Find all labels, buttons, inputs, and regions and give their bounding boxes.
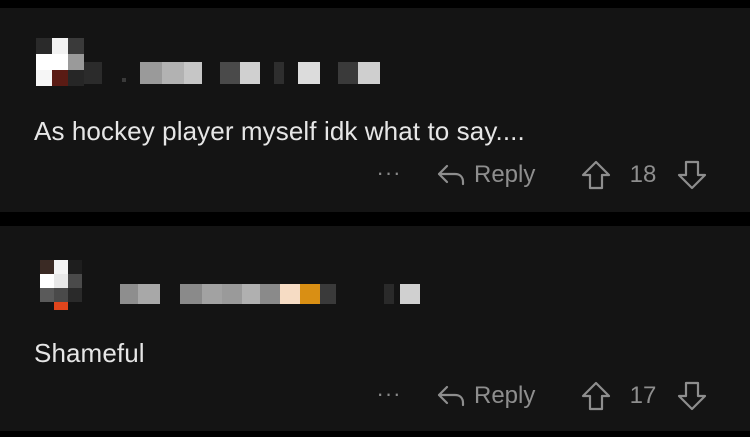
arrow-down-outline-icon	[677, 381, 707, 411]
comment: As hockey player myself idk what to say.…	[0, 8, 750, 212]
arrow-up-outline-icon	[581, 381, 611, 411]
ellipsis-icon: ···	[376, 160, 402, 185]
username-redacted[interactable]	[84, 48, 384, 96]
reply-arrow-icon	[437, 164, 465, 186]
comment-feed: As hockey player myself idk what to say.…	[0, 0, 750, 437]
upvote-button[interactable]	[580, 380, 612, 412]
comment-body: As hockey player myself idk what to say.…	[34, 116, 525, 146]
downvote-button[interactable]	[676, 380, 708, 412]
reply-arrow-icon	[437, 385, 465, 407]
reply-button[interactable]: Reply	[436, 157, 535, 193]
comment-body: Shameful	[34, 338, 145, 368]
ellipsis-icon: ···	[376, 381, 402, 406]
comment: Shameful ··· Reply 17	[0, 226, 750, 431]
arrow-up-outline-icon	[581, 160, 611, 190]
more-options-button[interactable]: ···	[372, 381, 406, 408]
comment-actions: ··· Reply 17	[0, 376, 750, 416]
username-redacted[interactable]	[120, 270, 430, 318]
arrow-down-outline-icon	[677, 160, 707, 190]
reply-label: Reply	[474, 382, 536, 409]
vote-score: 17	[629, 382, 657, 409]
vote-score: 18	[629, 161, 657, 188]
reply-label: Reply	[474, 161, 536, 188]
upvote-button[interactable]	[580, 159, 612, 191]
downvote-button[interactable]	[676, 159, 708, 191]
reply-button[interactable]: Reply	[436, 378, 535, 414]
avatar[interactable]	[36, 38, 84, 86]
comment-actions: ··· Reply 18	[0, 155, 750, 195]
more-options-button[interactable]: ···	[372, 160, 406, 187]
avatar[interactable]	[40, 260, 88, 310]
